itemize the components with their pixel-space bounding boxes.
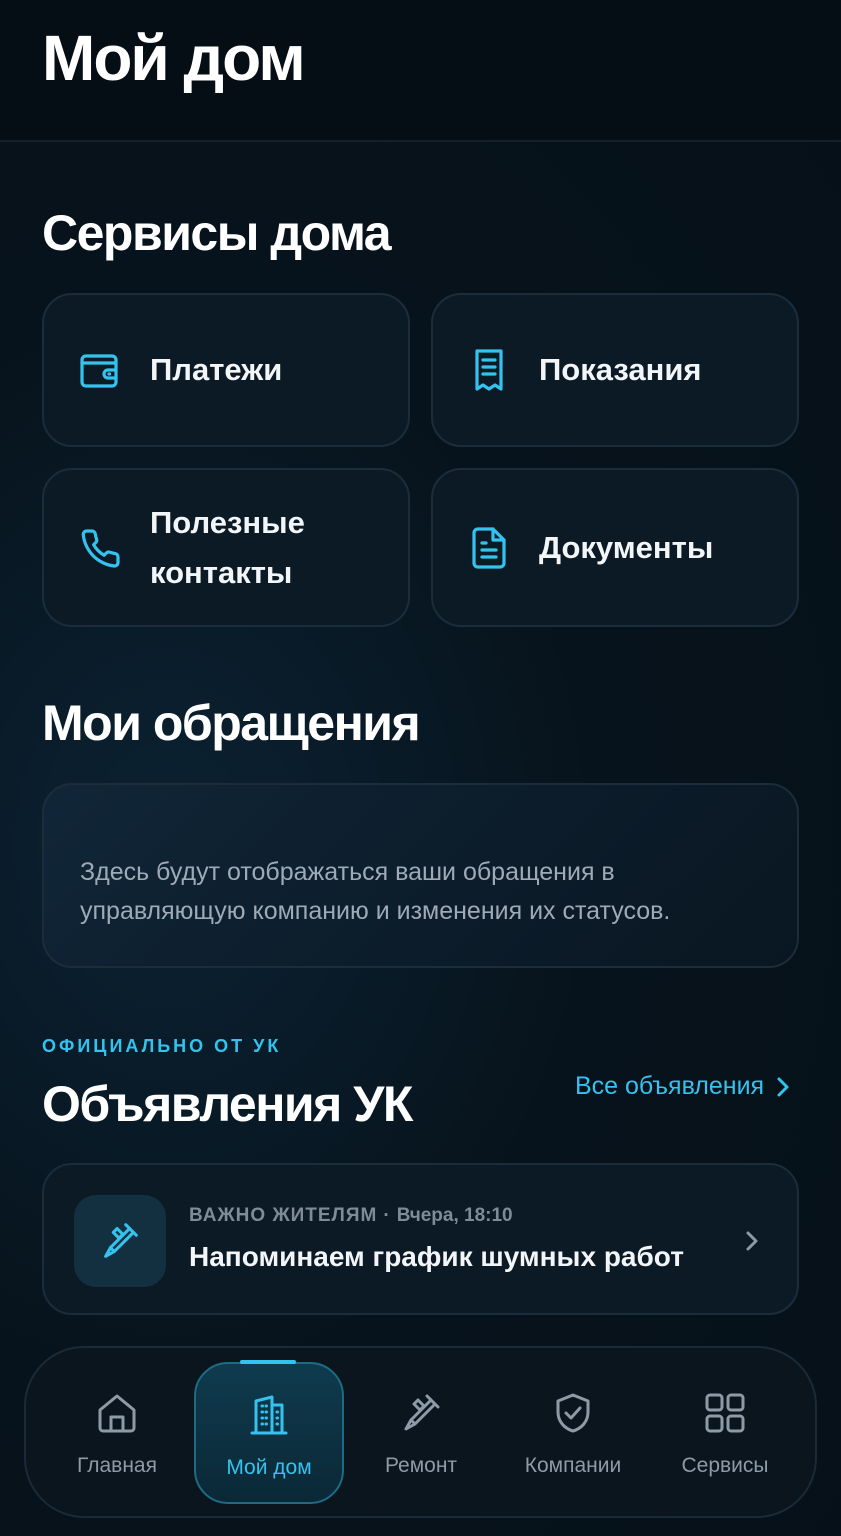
receipt-icon [475,349,503,391]
app-header: Мой дом [0,0,841,142]
payments-tile-label: Платежи [150,352,283,387]
all-announcements-link[interactable]: Все объявления [575,1072,792,1101]
announcement-icon-badge [74,1195,166,1287]
all-announcements-label: Все объявления [575,1072,765,1100]
requests-empty-text: Здесь будут отображаться ваши обращения … [80,858,671,925]
tab-repair[interactable]: Ремонт [346,1362,496,1504]
tab-services-label: Сервисы [681,1454,769,1477]
documents-tile-label: Документы [539,529,714,565]
active-tab-indicator [240,1360,296,1364]
home-icon [98,1394,136,1433]
useful-contacts-tile[interactable]: Полезные контакты [42,468,410,627]
chevron-right-icon [777,1077,789,1096]
tab-companies-label: Компании [524,1454,622,1477]
tools-icon [104,1223,138,1258]
bottom-tab-bar: Главная Мой дом Ремонт Компании Сервисы [24,1346,817,1518]
announcement-time: Вчера, 18:10 [396,1205,513,1226]
tab-companies[interactable]: Компании [498,1362,648,1504]
tab-my-home-label: Мой дом [226,1456,312,1479]
meter-readings-tile[interactable]: Показания [431,293,799,447]
announcement-item[interactable]: ВАЖНО ЖИТЕЛЯМ · Вчера, 18:10 Напоминаем гр… [42,1163,799,1315]
requests-empty-card: Здесь будут отображаться ваши обращения … [42,783,799,968]
meter-readings-tile-label: Показания [539,352,702,387]
announcement-title: Напоминаем график шумных работ [189,1241,684,1272]
tab-repair-label: Ремонт [384,1454,458,1477]
payments-tile[interactable]: Платежи [42,293,410,447]
my-home-screen: Мой дом Сервисы дома Платежи Показания П… [0,0,841,1536]
tab-home-label: Главная [77,1454,157,1477]
document-icon [472,526,506,569]
announcements-section-title: Объявления УК [42,1076,413,1132]
documents-tile[interactable]: Документы [431,468,799,627]
page-title: Мой дом [42,22,306,94]
tab-home[interactable]: Главная [42,1362,192,1504]
useful-contacts-tile-label: Полезные контакты [150,504,305,590]
wallet-icon [80,354,118,388]
chevron-right-icon [746,1231,758,1251]
tab-my-home[interactable]: Мой дом [194,1362,344,1504]
meta-separator: · [383,1205,391,1226]
announcement-meta: ВАЖНО ЖИТЕЛЯМ · Вчера, 18:10 [189,1205,513,1227]
phone-icon [81,528,120,568]
shield-check-icon [556,1393,590,1433]
announcements-eyebrow: ОФИЦИАЛЬНО ОТ УК [42,1036,282,1056]
grid-icon [705,1393,745,1433]
building-icon [250,1395,288,1435]
tab-services[interactable]: Сервисы [650,1362,800,1504]
services-section-title: Сервисы дома [42,205,392,261]
announcement-category: ВАЖНО ЖИТЕЛЯМ [189,1205,378,1226]
tools-icon [404,1394,440,1431]
requests-section-title: Мои обращения [42,695,421,751]
